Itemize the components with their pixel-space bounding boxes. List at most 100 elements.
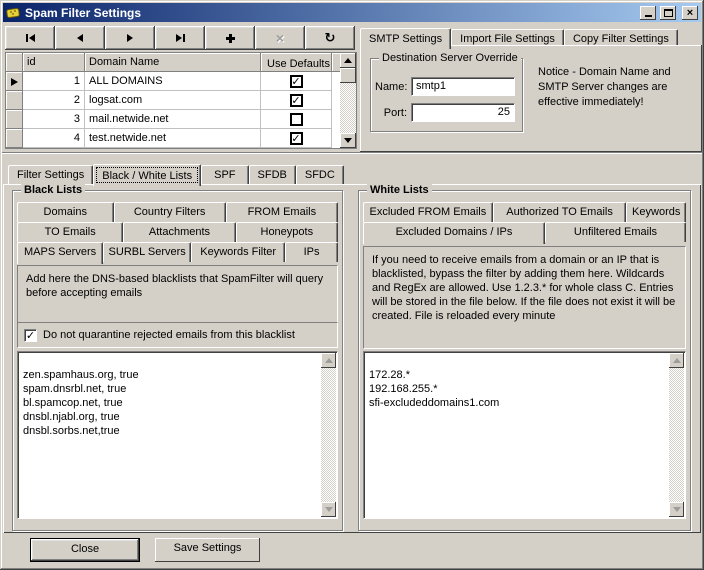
use-defaults-checkbox[interactable] (290, 75, 303, 88)
tab-unfiltered-emails[interactable]: Unfiltered Emails (545, 222, 686, 242)
server-name-field[interactable]: smtp1 (411, 77, 515, 96)
tab-authorized-to-emails[interactable]: Authorized TO Emails (493, 202, 627, 222)
column-header-id[interactable]: id (23, 53, 85, 72)
scroll-up-button[interactable] (321, 353, 336, 368)
maximize-button[interactable] (660, 6, 676, 20)
scrollbar-track[interactable] (669, 368, 684, 502)
black-lists-title: Black Lists (21, 184, 85, 196)
tab-sfdc[interactable]: SFDC (296, 165, 344, 184)
smtp-settings-page: Destination Server Override Name: smtp1 … (360, 45, 702, 152)
tab-country-filters[interactable]: Country Filters (114, 202, 226, 222)
tab-filter-settings[interactable]: Filter Settings (8, 165, 93, 184)
black-list-entries[interactable]: zen.spamhaus.org, true spam.dnsrbl.net, … (17, 351, 338, 519)
last-record-button[interactable] (155, 26, 205, 50)
title-bar[interactable]: Spam Filter Settings × (3, 3, 701, 22)
use-defaults-checkbox[interactable] (290, 113, 303, 126)
table-row[interactable]: 3 mail.netwide.net (6, 110, 356, 129)
domains-grid: id Domain Name Use Defaults 1 ALL DOMAIN… (5, 52, 357, 149)
tab-smtp-settings[interactable]: SMTP Settings (360, 28, 451, 49)
cell-use-defaults[interactable] (261, 91, 332, 110)
quarantine-option-row: Do not quarantine rejected emails from t… (17, 322, 338, 348)
black-entries-scrollbar[interactable] (321, 353, 336, 517)
tab-maps-servers[interactable]: MAPS Servers (17, 242, 103, 264)
group-title: Destination Server Override (379, 52, 521, 64)
black-list-entries-text: zen.spamhaus.org, true spam.dnsrbl.net, … (23, 369, 139, 437)
scroll-down-button[interactable] (669, 502, 684, 517)
cell-use-defaults[interactable] (261, 110, 332, 129)
cell-id[interactable]: 4 (23, 129, 85, 148)
scroll-up-button[interactable] (340, 53, 356, 68)
arrow-down-icon (344, 138, 352, 143)
next-record-icon (127, 34, 133, 42)
save-settings-button[interactable]: Save Settings (155, 538, 260, 562)
tab-domains[interactable]: Domains (17, 202, 114, 222)
delete-record-button[interactable]: × (255, 26, 305, 50)
scroll-down-button[interactable] (340, 133, 356, 148)
grid-vertical-scrollbar[interactable] (340, 53, 356, 148)
port-label: Port: (375, 107, 411, 119)
row-selector[interactable] (6, 72, 23, 91)
tab-spf[interactable]: SPF (201, 165, 248, 184)
minimize-button[interactable] (640, 6, 656, 20)
row-selector[interactable] (6, 129, 23, 148)
table-row[interactable]: 1 ALL DOMAINS (6, 72, 356, 91)
table-row[interactable]: 2 logsat.com (6, 91, 356, 110)
insert-record-icon (226, 34, 235, 43)
current-row-icon (11, 78, 18, 86)
tab-excluded-from-emails[interactable]: Excluded FROM Emails (363, 202, 493, 222)
spam-filter-settings-window: Spam Filter Settings × × ↻ id Domain Nam… (0, 0, 704, 570)
black-tabs-row-1: Domains Country Filters FROM Emails (17, 202, 338, 222)
cell-domain[interactable]: test.netwide.net (85, 129, 261, 148)
cell-id[interactable]: 2 (23, 91, 85, 110)
white-tabs-row-2: Excluded Domains / IPs Unfiltered Emails (363, 222, 686, 242)
black-list-description: Add here the DNS-based blacklists that S… (17, 265, 338, 323)
app-icon (6, 6, 21, 19)
tab-excluded-domains-ips[interactable]: Excluded Domains / IPs (363, 222, 545, 244)
scrollbar-track[interactable] (321, 368, 336, 502)
arrow-up-icon (344, 58, 352, 63)
quarantine-checkbox-label[interactable]: Do not quarantine rejected emails from t… (43, 329, 295, 341)
column-header-domain-name[interactable]: Domain Name (85, 53, 261, 72)
row-selector[interactable] (6, 91, 23, 110)
close-button[interactable]: Close (30, 538, 140, 562)
tab-honeypots[interactable]: Honeypots (236, 222, 338, 242)
tab-black-white-lists[interactable]: Black / White Lists (93, 164, 201, 186)
scroll-down-button[interactable] (321, 502, 336, 517)
close-window-button[interactable]: × (682, 6, 698, 20)
scroll-up-button[interactable] (669, 353, 684, 368)
first-record-button[interactable] (5, 26, 55, 50)
table-row[interactable]: 4 test.netwide.net (6, 129, 356, 148)
white-entries-scrollbar[interactable] (669, 353, 684, 517)
column-header-use-defaults[interactable]: Use Defaults (261, 53, 332, 72)
cell-domain[interactable]: mail.netwide.net (85, 110, 261, 129)
cell-use-defaults[interactable] (261, 72, 332, 91)
tab-surbl-servers[interactable]: SURBL Servers (103, 242, 191, 262)
scrollbar-track[interactable] (340, 83, 356, 133)
prior-record-button[interactable] (55, 26, 105, 50)
refresh-button[interactable]: ↻ (305, 26, 355, 50)
white-list-entries[interactable]: 172.28.* 192.168.255.* sfi-excludeddomai… (363, 351, 686, 519)
cell-domain[interactable]: logsat.com (85, 91, 261, 110)
tab-ips[interactable]: IPs (285, 242, 338, 262)
black-tabs-row-2: TO Emails Attachments Honeypots (17, 222, 338, 242)
cell-id[interactable]: 1 (23, 72, 85, 91)
window-title: Spam Filter Settings (25, 6, 636, 20)
cell-use-defaults[interactable] (261, 129, 332, 148)
tab-to-emails[interactable]: TO Emails (17, 222, 123, 242)
insert-record-button[interactable] (205, 26, 255, 50)
quarantine-checkbox[interactable] (24, 329, 37, 342)
scrollbar-thumb[interactable] (340, 68, 356, 83)
section-divider (2, 152, 702, 154)
cell-id[interactable]: 3 (23, 110, 85, 129)
tab-from-emails[interactable]: FROM Emails (226, 202, 338, 222)
row-selector[interactable] (6, 110, 23, 129)
use-defaults-checkbox[interactable] (290, 132, 303, 145)
next-record-button[interactable] (105, 26, 155, 50)
tab-attachments[interactable]: Attachments (123, 222, 235, 242)
tab-keywords-filter[interactable]: Keywords Filter (191, 242, 285, 262)
use-defaults-checkbox[interactable] (290, 94, 303, 107)
tab-keywords[interactable]: Keywords (626, 202, 686, 222)
server-port-field[interactable]: 25 (411, 103, 515, 122)
cell-domain[interactable]: ALL DOMAINS (85, 72, 261, 91)
tab-sfdb[interactable]: SFDB (249, 165, 296, 184)
